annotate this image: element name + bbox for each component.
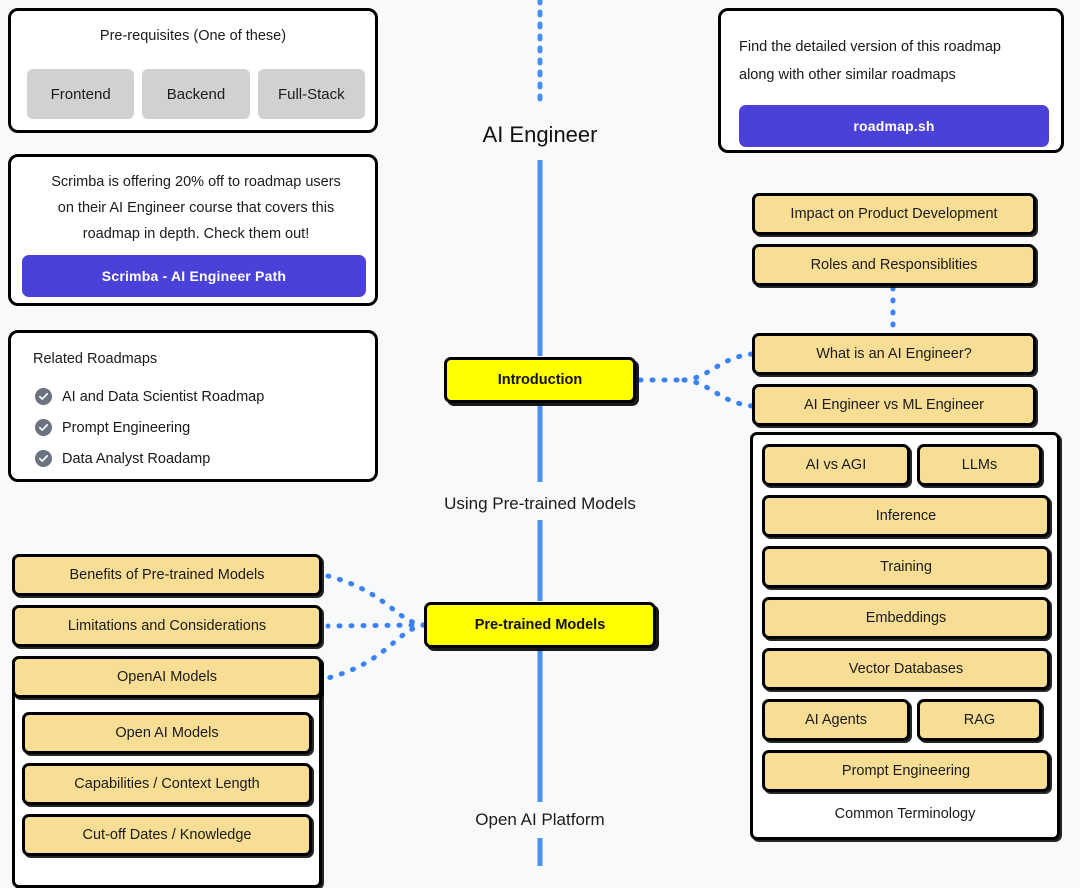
- node-label: Prompt Engineering: [841, 763, 971, 779]
- node-rag[interactable]: RAG: [917, 699, 1042, 741]
- promo-text: Scrimba is offering 20% off to roadmap u…: [21, 169, 371, 247]
- node-ai-engineer-vs-ml-engineer[interactable]: AI Engineer vs ML Engineer: [752, 384, 1036, 426]
- node-roles-and-responsibilities[interactable]: Roles and Responsiblities: [752, 244, 1036, 286]
- prerequisites-options: Frontend Backend Full-Stack: [27, 69, 365, 119]
- node-label: What is an AI Engineer?: [816, 346, 972, 362]
- node-label: AI Engineer vs ML Engineer: [803, 397, 984, 413]
- related-roadmaps-heading: Related Roadmaps: [33, 351, 158, 367]
- node-ai-vs-agi[interactable]: AI vs AGI: [762, 444, 910, 486]
- node-label: AI vs AGI: [805, 457, 867, 473]
- node-openai-models[interactable]: OpenAI Models: [12, 656, 322, 698]
- node-label: Vector Databases: [848, 661, 964, 677]
- related-roadmap-link-ai-data-scientist[interactable]: AI and Data Scientist Roadmap: [35, 388, 365, 405]
- scrimba-promo-card: Scrimba is offering 20% off to roadmap u…: [8, 154, 378, 306]
- node-embeddings[interactable]: Embeddings: [762, 597, 1050, 639]
- node-prompt-engineering[interactable]: Prompt Engineering: [762, 750, 1050, 792]
- node-label: Limitations and Considerations: [67, 618, 267, 634]
- roadmap-canvas: Pre-requisites (One of these) Frontend B…: [0, 0, 1080, 888]
- promo-text-line-3: roadmap in depth. Check them out!: [82, 226, 310, 242]
- node-label: OpenAI Models: [117, 669, 217, 685]
- node-benefits-of-pre-trained-models[interactable]: Benefits of Pre-trained Models: [12, 554, 322, 596]
- node-ai-agents[interactable]: AI Agents: [762, 699, 910, 741]
- node-what-is-an-ai-engineer[interactable]: What is an AI Engineer?: [752, 333, 1036, 375]
- node-label: Training: [880, 559, 932, 575]
- promo-text-line-2: on their AI Engineer course that covers …: [57, 200, 335, 216]
- prerequisites-heading: Pre-requisites (One of these): [99, 28, 287, 44]
- prerequisite-label: Frontend: [50, 85, 111, 103]
- prerequisite-label: Full-Stack: [277, 85, 345, 103]
- prerequisite-option-backend[interactable]: Backend: [142, 69, 250, 119]
- node-inference[interactable]: Inference: [762, 495, 1050, 537]
- node-introduction[interactable]: Introduction: [444, 357, 636, 403]
- check-circle-icon: [35, 419, 52, 436]
- section-label-open-ai-platform: Open AI Platform: [475, 810, 605, 829]
- check-circle-icon: [35, 450, 52, 467]
- prerequisites-card: Pre-requisites (One of these) Frontend B…: [8, 8, 378, 133]
- node-pre-trained-models-label: Pre-trained Models: [474, 617, 606, 633]
- check-circle-icon: [35, 388, 52, 405]
- prerequisite-option-frontend[interactable]: Frontend: [27, 69, 135, 119]
- related-roadmap-link-prompt-engineering[interactable]: Prompt Engineering: [35, 419, 365, 436]
- group-common-terminology: AI vs AGI LLMs Inference Training Embedd…: [750, 432, 1060, 840]
- node-introduction-label: Introduction: [497, 372, 583, 388]
- node-label: Inference: [875, 508, 937, 524]
- node-label: LLMs: [961, 457, 998, 473]
- related-roadmaps-list: AI and Data Scientist Roadmap Prompt Eng…: [35, 388, 365, 467]
- prerequisite-label: Backend: [166, 85, 226, 103]
- node-impact-on-product-development[interactable]: Impact on Product Development: [752, 193, 1036, 235]
- node-vector-databases[interactable]: Vector Databases: [762, 648, 1050, 690]
- related-roadmap-link-data-analyst[interactable]: Data Analyst Roadamp: [35, 450, 365, 467]
- related-roadmaps-card: Related Roadmaps AI and Data Scientist R…: [8, 330, 378, 482]
- group-label-common-terminology: Common Terminology: [834, 806, 976, 822]
- related-roadmap-label: AI and Data Scientist Roadmap: [62, 388, 265, 405]
- scrimba-course-button[interactable]: Scrimba - AI Engineer Path: [22, 255, 366, 297]
- node-label: Impact on Product Development: [790, 206, 998, 222]
- detailed-version-line-2: along with other similar roadmaps: [739, 67, 956, 83]
- node-training[interactable]: Training: [762, 546, 1050, 588]
- node-label: Benefits of Pre-trained Models: [69, 567, 265, 583]
- prerequisite-option-full-stack[interactable]: Full-Stack: [257, 69, 365, 119]
- node-label: Cut-off Dates / Knowledge: [82, 827, 252, 843]
- detailed-version-line-1: Find the detailed version of this roadma…: [739, 39, 1001, 55]
- scrimba-course-button-label: Scrimba - AI Engineer Path: [101, 268, 287, 284]
- page-title: AI Engineer: [482, 122, 598, 147]
- detailed-version-text: Find the detailed version of this roadma…: [739, 33, 1049, 89]
- node-label: AI Agents: [804, 712, 868, 728]
- node-cut-off-dates-knowledge[interactable]: Cut-off Dates / Knowledge: [22, 814, 312, 856]
- node-open-ai-models[interactable]: Open AI Models: [22, 712, 312, 754]
- node-limitations-and-considerations[interactable]: Limitations and Considerations: [12, 605, 322, 647]
- roadmap-sh-button[interactable]: roadmap.sh: [739, 105, 1049, 147]
- node-pre-trained-models[interactable]: Pre-trained Models: [424, 602, 656, 648]
- node-llms[interactable]: LLMs: [917, 444, 1042, 486]
- node-label: Roles and Responsiblities: [810, 257, 978, 273]
- detailed-version-card: Find the detailed version of this roadma…: [718, 8, 1064, 153]
- promo-text-line-1: Scrimba is offering 20% off to roadmap u…: [51, 174, 341, 190]
- node-label: Embeddings: [865, 610, 947, 626]
- node-label: RAG: [963, 712, 996, 728]
- section-label-using-pre-trained-models: Using Pre-trained Models: [444, 494, 636, 513]
- node-label: Capabilities / Context Length: [74, 776, 260, 792]
- node-label: Open AI Models: [115, 725, 219, 741]
- related-roadmap-label: Data Analyst Roadamp: [62, 450, 211, 467]
- node-capabilities-context-length[interactable]: Capabilities / Context Length: [22, 763, 312, 805]
- related-roadmap-label: Prompt Engineering: [62, 419, 191, 436]
- roadmap-sh-button-label: roadmap.sh: [853, 118, 935, 134]
